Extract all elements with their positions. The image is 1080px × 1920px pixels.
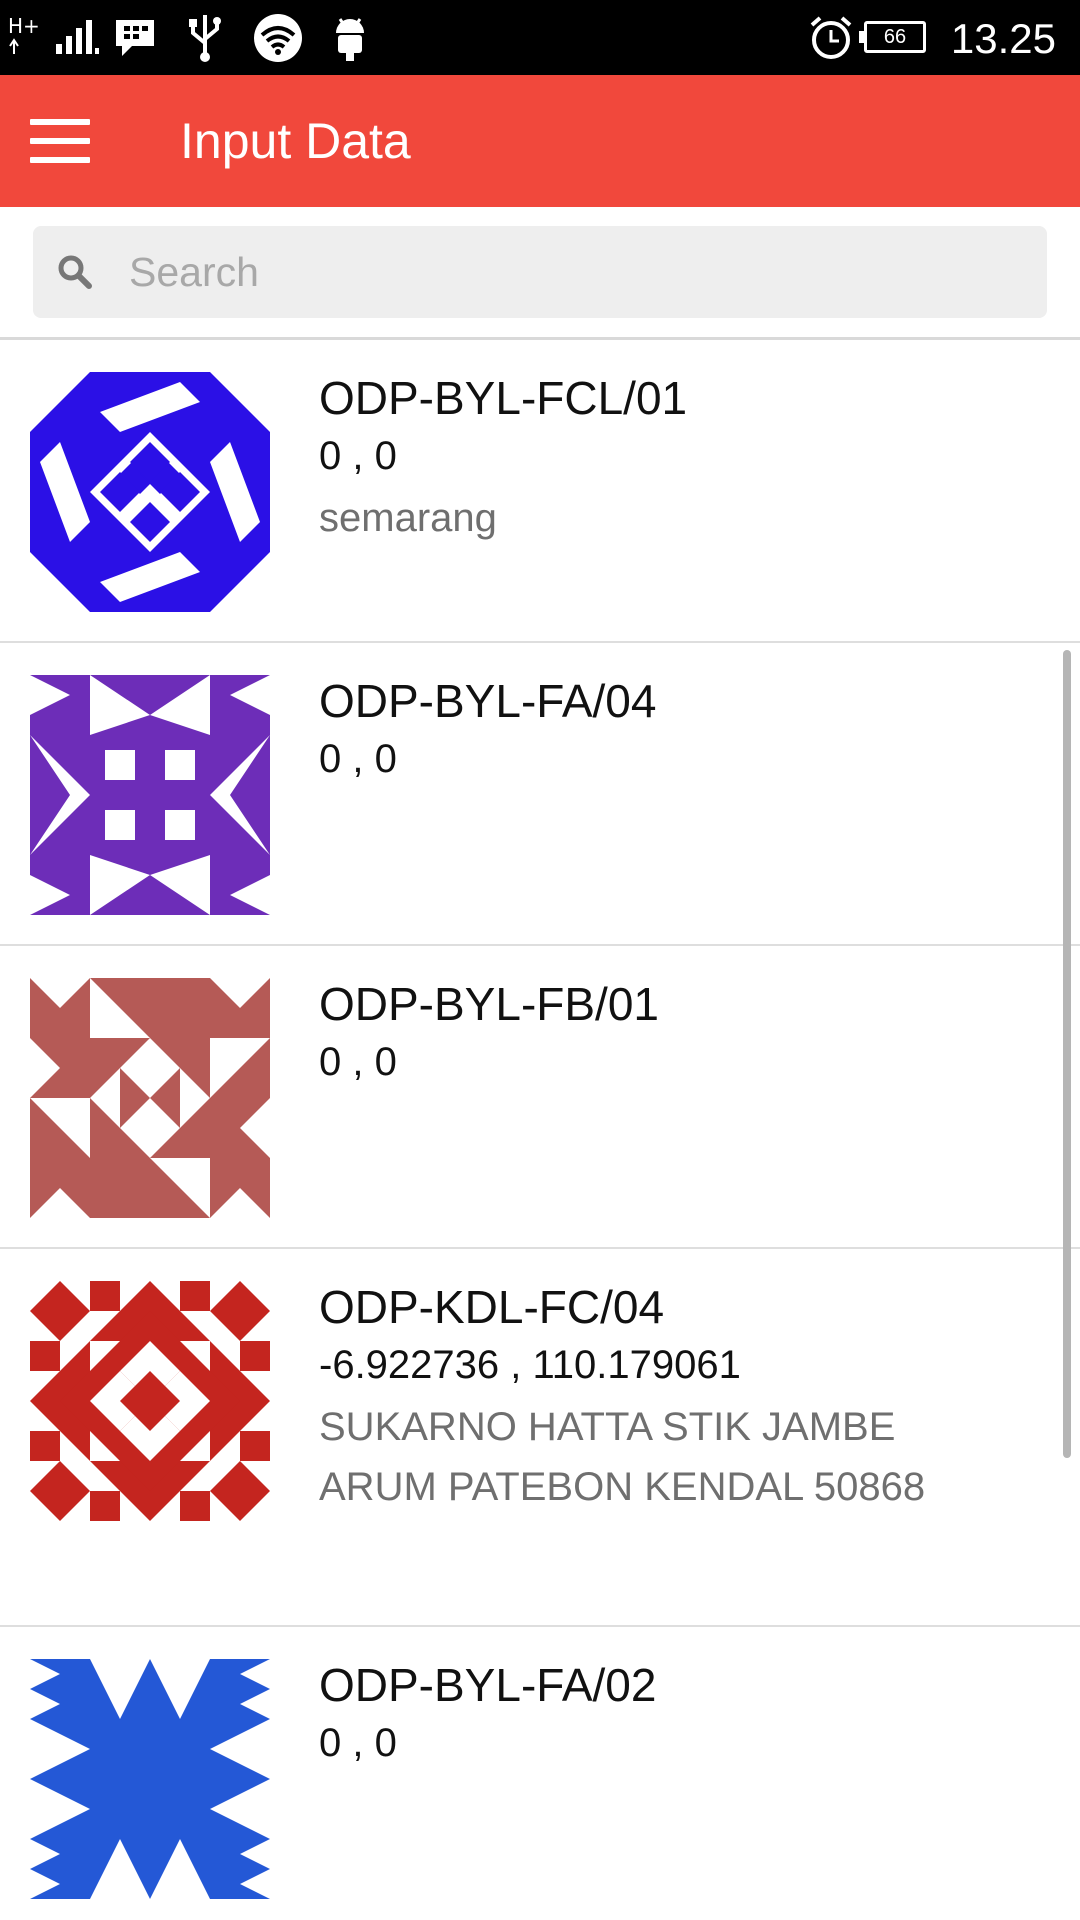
odp-list: ODP-BYL-FCL/01 0 , 0 semarang ODP-BYL-FA… <box>0 340 1080 1917</box>
android-icon <box>328 0 372 75</box>
app-bar: Input Data <box>0 75 1080 207</box>
search-bar <box>0 207 1080 340</box>
identicon-avatar <box>30 675 270 915</box>
identicon-avatar <box>30 372 270 612</box>
item-name: ODP-BYL-FB/01 <box>319 978 659 1030</box>
item-name: ODP-BYL-FA/02 <box>319 1659 657 1711</box>
list-item[interactable]: ODP-BYL-FB/01 0 , 0 <box>0 946 1080 1249</box>
search-icon <box>58 255 92 289</box>
wifi-icon <box>250 0 306 75</box>
status-time: 13.25 <box>950 15 1056 62</box>
item-coordinates: -6.922736 , 110.179061 <box>319 1343 741 1387</box>
item-address: SUKARNO HATTA STIK JAMBE ARUM PATEBON KE… <box>319 1405 926 1509</box>
item-coordinates: 0 , 0 <box>319 1040 397 1084</box>
list-item[interactable]: ODP-BYL-FA/02 0 , 0 <box>0 1627 1080 1917</box>
item-name: ODP-BYL-FA/04 <box>319 675 657 727</box>
usb-icon <box>182 0 228 75</box>
page-title: Input Data <box>180 113 411 169</box>
scrollbar[interactable] <box>1063 650 1071 1458</box>
list-item[interactable]: ODP-BYL-FCL/01 0 , 0 semarang <box>0 340 1080 643</box>
item-name: ODP-KDL-FC/04 <box>319 1281 665 1333</box>
item-coordinates: 0 , 0 <box>319 434 397 478</box>
battery-icon: 66 <box>859 21 926 53</box>
item-name: ODP-BYL-FCL/01 <box>319 372 688 424</box>
identicon-avatar <box>30 1281 270 1521</box>
signal-icon: H+ <box>6 0 106 75</box>
svg-text:H+: H+ <box>8 14 40 38</box>
identicon-avatar <box>30 1659 270 1899</box>
list-item[interactable]: ODP-KDL-FC/04 -6.922736 , 110.179061 SUK… <box>0 1249 1080 1627</box>
alarm-icon <box>806 0 856 75</box>
item-coordinates: 0 , 0 <box>319 1721 397 1765</box>
bbm-icon <box>110 0 160 75</box>
status-bar: H+ 66 13.25 <box>0 0 1080 75</box>
list-item[interactable]: ODP-BYL-FA/04 0 , 0 <box>0 643 1080 946</box>
search-box[interactable] <box>33 226 1047 318</box>
item-coordinates: 0 , 0 <box>319 737 397 781</box>
item-address: semarang <box>319 496 497 540</box>
identicon-avatar <box>30 978 270 1218</box>
search-input[interactable] <box>129 226 1009 318</box>
menu-icon[interactable] <box>22 105 98 177</box>
